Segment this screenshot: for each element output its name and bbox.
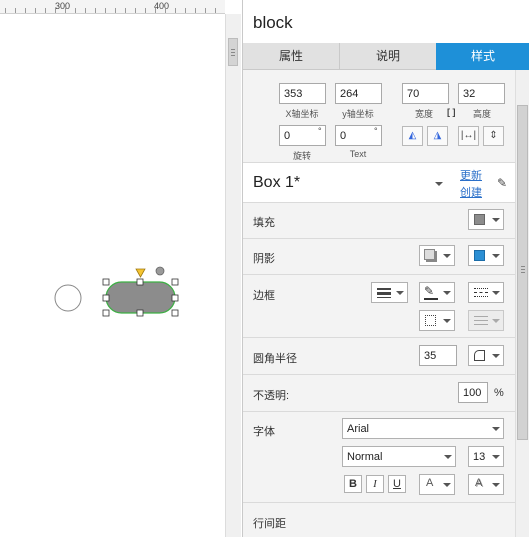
- height-input[interactable]: [458, 83, 505, 104]
- rounded-corner-icon: [474, 350, 485, 361]
- border-label: 边框: [253, 290, 275, 302]
- italic-button[interactable]: I: [366, 475, 384, 493]
- outer-shadow-picker[interactable]: [419, 245, 455, 266]
- arrow-style-picker: [468, 310, 504, 331]
- canvas-scrollbar[interactable]: [225, 14, 241, 537]
- width-input[interactable]: [402, 83, 449, 104]
- border-style-picker[interactable]: [468, 282, 504, 303]
- text-color-picker[interactable]: A: [419, 474, 455, 495]
- resize-handle-e: [171, 294, 179, 302]
- font-label: 字体: [253, 426, 275, 438]
- panel-scrollbar-thumb[interactable]: [517, 105, 528, 440]
- shadow-row: 阴影: [243, 238, 515, 274]
- shadow-icon: [424, 249, 435, 260]
- style-dropdown-icon[interactable]: [435, 182, 443, 186]
- inspector-tabs: 属性 说明 样式: [243, 43, 529, 70]
- border-color-picker[interactable]: ✎: [419, 282, 455, 303]
- font-weight-value: Normal: [347, 451, 383, 463]
- border-visibility-icon: [425, 315, 436, 326]
- resize-handle-w: [102, 294, 110, 302]
- fill-color-swatch: [474, 214, 485, 225]
- tab-properties[interactable]: 属性: [243, 43, 339, 70]
- opacity-label: 不透明:: [253, 390, 290, 402]
- update-style-link[interactable]: 更新: [460, 167, 482, 183]
- tab-style[interactable]: 样式: [436, 43, 529, 70]
- border-row: 边框 ✎: [243, 274, 515, 337]
- resize-handle-s: [136, 309, 144, 317]
- resize-handle-se: [171, 309, 179, 317]
- border-visibility-picker[interactable]: [419, 310, 455, 331]
- y-coordinate-input[interactable]: [335, 83, 382, 104]
- y-coordinate-caption: y轴坐标: [342, 109, 374, 119]
- opacity-unit: %: [494, 387, 504, 399]
- fill-color-picker[interactable]: [468, 209, 504, 230]
- corner-radius-label: 圆角半径: [253, 353, 297, 365]
- text-color-icon: A: [426, 477, 434, 489]
- shadow-color-picker[interactable]: [468, 245, 504, 266]
- font-family-select[interactable]: Arial: [342, 418, 504, 439]
- font-weight-select[interactable]: Normal: [342, 446, 456, 467]
- shadow-label: 阴影: [253, 253, 275, 265]
- flip-vertical-icon[interactable]: ◮: [427, 126, 448, 146]
- pen-icon: ✎: [424, 284, 435, 298]
- corner-radius-handle: [135, 268, 146, 278]
- x-coordinate-input[interactable]: [279, 83, 326, 104]
- create-style-link[interactable]: 创建: [460, 184, 482, 200]
- style-selector-row: Box 1* 更新 创建 ✎: [243, 162, 515, 202]
- fill-row: 填充: [243, 202, 515, 238]
- opacity-input[interactable]: [458, 382, 488, 403]
- resize-handle-sw: [102, 309, 110, 317]
- text-shadow-icon: A: [475, 477, 483, 489]
- flip-horizontal-icon[interactable]: ◭: [402, 126, 423, 146]
- rotation-caption: 旋转: [292, 151, 311, 161]
- height-caption: 高度: [472, 109, 491, 119]
- x-coordinate-caption: X轴坐标: [285, 109, 319, 119]
- font-size-value: 13: [473, 451, 486, 463]
- canvas-shapes: [54, 266, 179, 317]
- text-rotation-caption: Text: [349, 149, 367, 159]
- resize-handle-nw: [102, 278, 110, 286]
- tab-notes[interactable]: 说明: [339, 43, 436, 70]
- fit-height-icon[interactable]: ⇕: [483, 126, 504, 146]
- panel-title: block: [243, 0, 529, 43]
- line-spacing-row: 行间距: [243, 502, 515, 537]
- corner-radius-input[interactable]: [419, 345, 457, 366]
- bold-button[interactable]: B: [344, 475, 362, 493]
- text-rotation-degree-unit: °: [374, 126, 378, 136]
- edit-style-icon[interactable]: ✎: [497, 176, 507, 190]
- circle-shape: [54, 284, 82, 312]
- shadow-color-swatch: [474, 250, 485, 261]
- font-size-select[interactable]: 13: [468, 446, 504, 467]
- resize-handle-n: [136, 278, 144, 286]
- corner-radius-row: 圆角半径: [243, 337, 515, 374]
- border-width-picker[interactable]: [371, 282, 408, 303]
- font-row: 字体 Arial Normal 13 B I U A A: [243, 411, 515, 502]
- text-shadow-picker[interactable]: A: [468, 474, 504, 495]
- line-spacing-label: 行间距: [253, 518, 286, 530]
- rotation-handle: [155, 266, 165, 276]
- opacity-row: 不透明: %: [243, 374, 515, 411]
- canvas-scrollbar-thumb[interactable]: [228, 38, 238, 66]
- selected-rounded-box: [105, 281, 176, 314]
- style-name[interactable]: Box 1*: [253, 174, 300, 192]
- underline-button[interactable]: U: [388, 475, 406, 493]
- width-caption: 宽度: [414, 109, 433, 119]
- design-canvas[interactable]: 300 400: [0, 0, 225, 537]
- fill-label: 填充: [253, 217, 275, 229]
- lock-aspect-icon[interactable]: [ ]: [447, 107, 456, 117]
- fit-width-icon[interactable]: |↔|: [458, 126, 479, 146]
- font-family-value: Arial: [347, 423, 370, 435]
- resize-handle-ne: [171, 278, 179, 286]
- rotation-degree-unit: °: [318, 126, 322, 136]
- inspector-panel: block 属性 说明 样式 X轴坐标 y轴坐标 宽度 [ ] 高度 ° ° 旋…: [242, 0, 529, 537]
- corner-type-picker[interactable]: [468, 345, 504, 366]
